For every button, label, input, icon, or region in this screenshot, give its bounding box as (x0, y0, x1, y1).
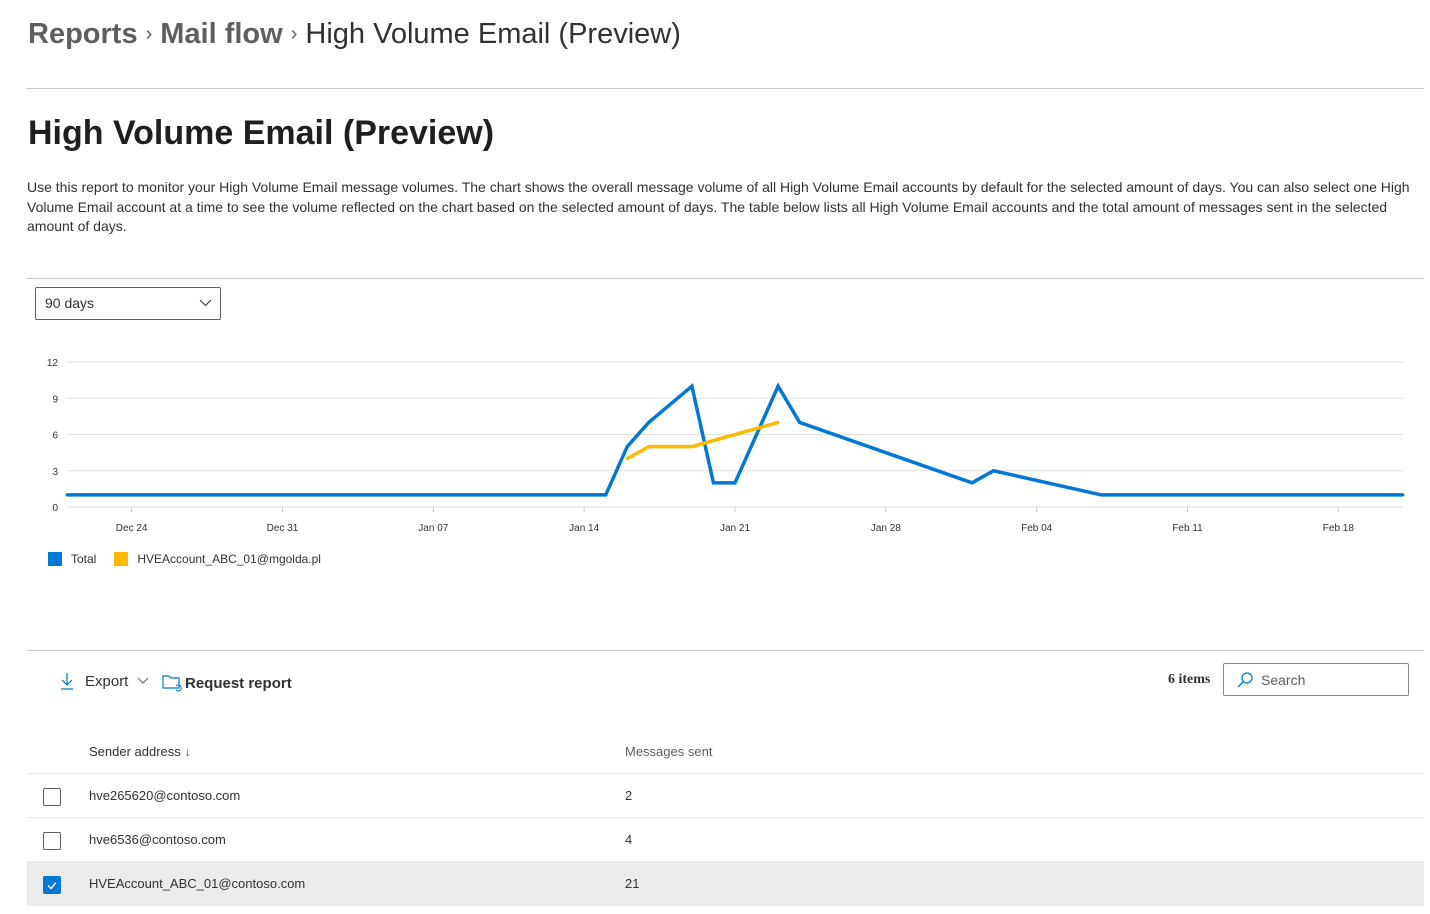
search-icon (1236, 671, 1254, 689)
chevron-down-icon (199, 299, 212, 307)
breadcrumb: Reports › Mail flow › High Volume Email … (28, 18, 681, 51)
breadcrumb-reports[interactable]: Reports (28, 18, 138, 51)
data-point (992, 469, 995, 472)
export-label: Export (85, 673, 128, 690)
table-row-selected[interactable]: HVEAccount_ABC_01@contoso.com 21 (27, 862, 1424, 906)
range-dropdown[interactable]: 90 days (35, 287, 221, 320)
table-row[interactable]: hve6536@contoso.com 4 (27, 818, 1424, 862)
divider (27, 650, 1424, 651)
item-count: 6 items (1168, 672, 1210, 688)
y-tick-label: 3 (52, 467, 58, 478)
y-tick-label: 12 (47, 358, 59, 369)
data-point (777, 385, 780, 388)
data-point (777, 421, 780, 424)
header-sender-label: Sender address (89, 744, 181, 759)
request-report-label: Request report (185, 675, 292, 692)
chevron-right-icon: › (146, 23, 153, 46)
data-point (647, 421, 650, 424)
x-tick-label: Feb 18 (1323, 523, 1355, 534)
data-point (1337, 493, 1340, 496)
data-point (971, 481, 974, 484)
data-point (626, 445, 629, 448)
divider (27, 278, 1424, 279)
search-input[interactable]: Search (1223, 663, 1409, 696)
page-title: High Volume Email (Preview) (28, 114, 494, 153)
x-tick-label: Feb 11 (1172, 523, 1203, 534)
row-checkbox[interactable] (43, 832, 61, 850)
request-report-button[interactable]: Request report (162, 674, 292, 692)
chart-legend: Total HVEAccount_ABC_01@mgolda.pl (48, 552, 321, 566)
x-tick-label: Feb 04 (1021, 523, 1053, 534)
divider (27, 88, 1424, 89)
sender-cell: HVEAccount_ABC_01@contoso.com (89, 876, 305, 891)
download-icon (60, 672, 74, 690)
sender-cell: hve6536@contoso.com (89, 832, 226, 847)
data-point (1100, 493, 1103, 496)
data-point (1402, 493, 1405, 496)
chevron-down-icon (137, 677, 149, 685)
x-tick-label: Jan 21 (720, 523, 750, 534)
range-value: 90 days (45, 295, 94, 311)
header-messages[interactable]: Messages sent (625, 744, 712, 759)
data-point (647, 445, 650, 448)
messages-cell: 2 (625, 788, 632, 803)
breadcrumb-current: High Volume Email (Preview) (305, 18, 681, 51)
data-point (626, 457, 629, 460)
x-tick-label: Jan 14 (569, 523, 599, 534)
data-point (1208, 493, 1211, 496)
messages-cell: 21 (625, 876, 639, 891)
sort-down-icon: ↓ (184, 744, 191, 759)
y-tick-label: 0 (52, 503, 58, 514)
export-button[interactable]: Export (60, 672, 149, 690)
messages-cell: 4 (625, 832, 632, 847)
x-tick-label: Jan 28 (871, 523, 901, 534)
data-point (712, 481, 715, 484)
y-tick-label: 6 (52, 431, 58, 442)
search-placeholder: Search (1261, 672, 1305, 688)
data-point (604, 493, 607, 496)
header-sender[interactable]: Sender address ↓ (89, 744, 191, 759)
row-checkbox-checked[interactable] (43, 876, 61, 894)
x-tick-label: Jan 07 (418, 523, 448, 534)
folder-refresh-icon (162, 674, 182, 692)
data-point (1121, 493, 1124, 496)
row-checkbox[interactable] (43, 788, 61, 806)
series-line-total (67, 386, 1403, 495)
data-point (66, 493, 69, 496)
x-tick-label: Dec 31 (267, 523, 299, 534)
data-point (798, 421, 801, 424)
legend-label-total[interactable]: Total (71, 552, 96, 566)
table-row[interactable]: hve265620@contoso.com 2 (27, 774, 1424, 818)
chevron-right-icon: › (291, 23, 298, 46)
checkmark-icon (44, 877, 60, 893)
legend-label-account[interactable]: HVEAccount_ABC_01@mgolda.pl (137, 552, 321, 566)
legend-swatch-account (114, 552, 128, 566)
legend-swatch-total (48, 552, 62, 566)
data-point (690, 385, 693, 388)
breadcrumb-mail-flow[interactable]: Mail flow (160, 18, 282, 51)
table-header: Sender address ↓ Messages sent (27, 730, 1424, 774)
y-tick-label: 9 (52, 394, 58, 405)
x-tick-label: Dec 24 (116, 523, 148, 534)
line-chart: 0 3 6 9 12 Dec 24 Dec 31 Jan 07 Jan 14 Jan 21 Jan … (0, 340, 1430, 540)
page-description: Use this report to monitor your High Vol… (27, 178, 1427, 237)
sender-cell: hve265620@contoso.com (89, 788, 240, 803)
data-point (734, 481, 737, 484)
data-point (690, 445, 693, 448)
data-point (87, 493, 90, 496)
